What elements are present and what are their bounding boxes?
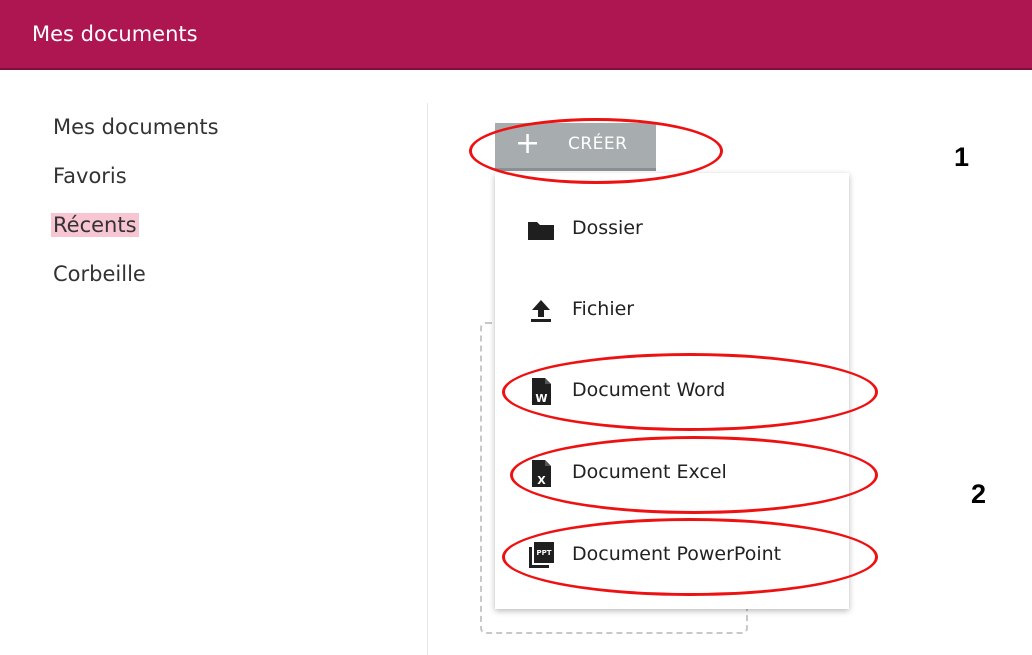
sidebar-item-recents[interactable]: Récents xyxy=(51,213,139,237)
svg-text:W: W xyxy=(535,392,547,405)
app-header: Mes documents xyxy=(0,0,1032,70)
menu-item-folder[interactable]: Dossier xyxy=(495,199,849,259)
word-doc-icon: W xyxy=(525,375,557,407)
create-menu: Dossier Fichier W Document Word X Docume… xyxy=(495,173,849,609)
menu-item-file-upload[interactable]: Fichier xyxy=(495,280,849,340)
sidebar-item-mes-documents[interactable]: Mes documents xyxy=(51,115,221,139)
menu-item-label: Document PowerPoint xyxy=(572,543,782,565)
menu-item-label: Document Excel xyxy=(572,461,727,483)
create-button[interactable]: + CRÉER xyxy=(495,123,656,171)
sidebar-item-corbeille[interactable]: Corbeille xyxy=(51,262,148,286)
svg-text:PPT: PPT xyxy=(536,549,551,557)
menu-item-label: Fichier xyxy=(572,298,635,320)
sidebar-item-favoris[interactable]: Favoris xyxy=(51,164,129,188)
upload-icon xyxy=(525,294,557,326)
svg-text:X: X xyxy=(537,474,546,487)
annotation-number-1: 1 xyxy=(954,142,970,172)
menu-item-label: Dossier xyxy=(572,217,643,239)
sidebar-divider xyxy=(427,103,428,655)
plus-icon: + xyxy=(515,126,541,161)
page-title: Mes documents xyxy=(32,22,198,46)
menu-item-excel-document[interactable]: X Document Excel xyxy=(495,443,849,503)
create-button-label: CRÉER xyxy=(568,134,628,154)
menu-item-powerpoint-document[interactable]: PPT Document PowerPoint xyxy=(495,525,849,585)
excel-doc-icon: X xyxy=(525,457,557,489)
menu-item-label: Document Word xyxy=(572,379,726,401)
folder-icon xyxy=(525,213,557,245)
powerpoint-doc-icon: PPT xyxy=(525,539,557,571)
annotation-number-2: 2 xyxy=(971,479,987,509)
menu-item-word-document[interactable]: W Document Word xyxy=(495,361,849,421)
sidebar-nav: Mes documents Favoris Récents Corbeille xyxy=(51,115,221,311)
